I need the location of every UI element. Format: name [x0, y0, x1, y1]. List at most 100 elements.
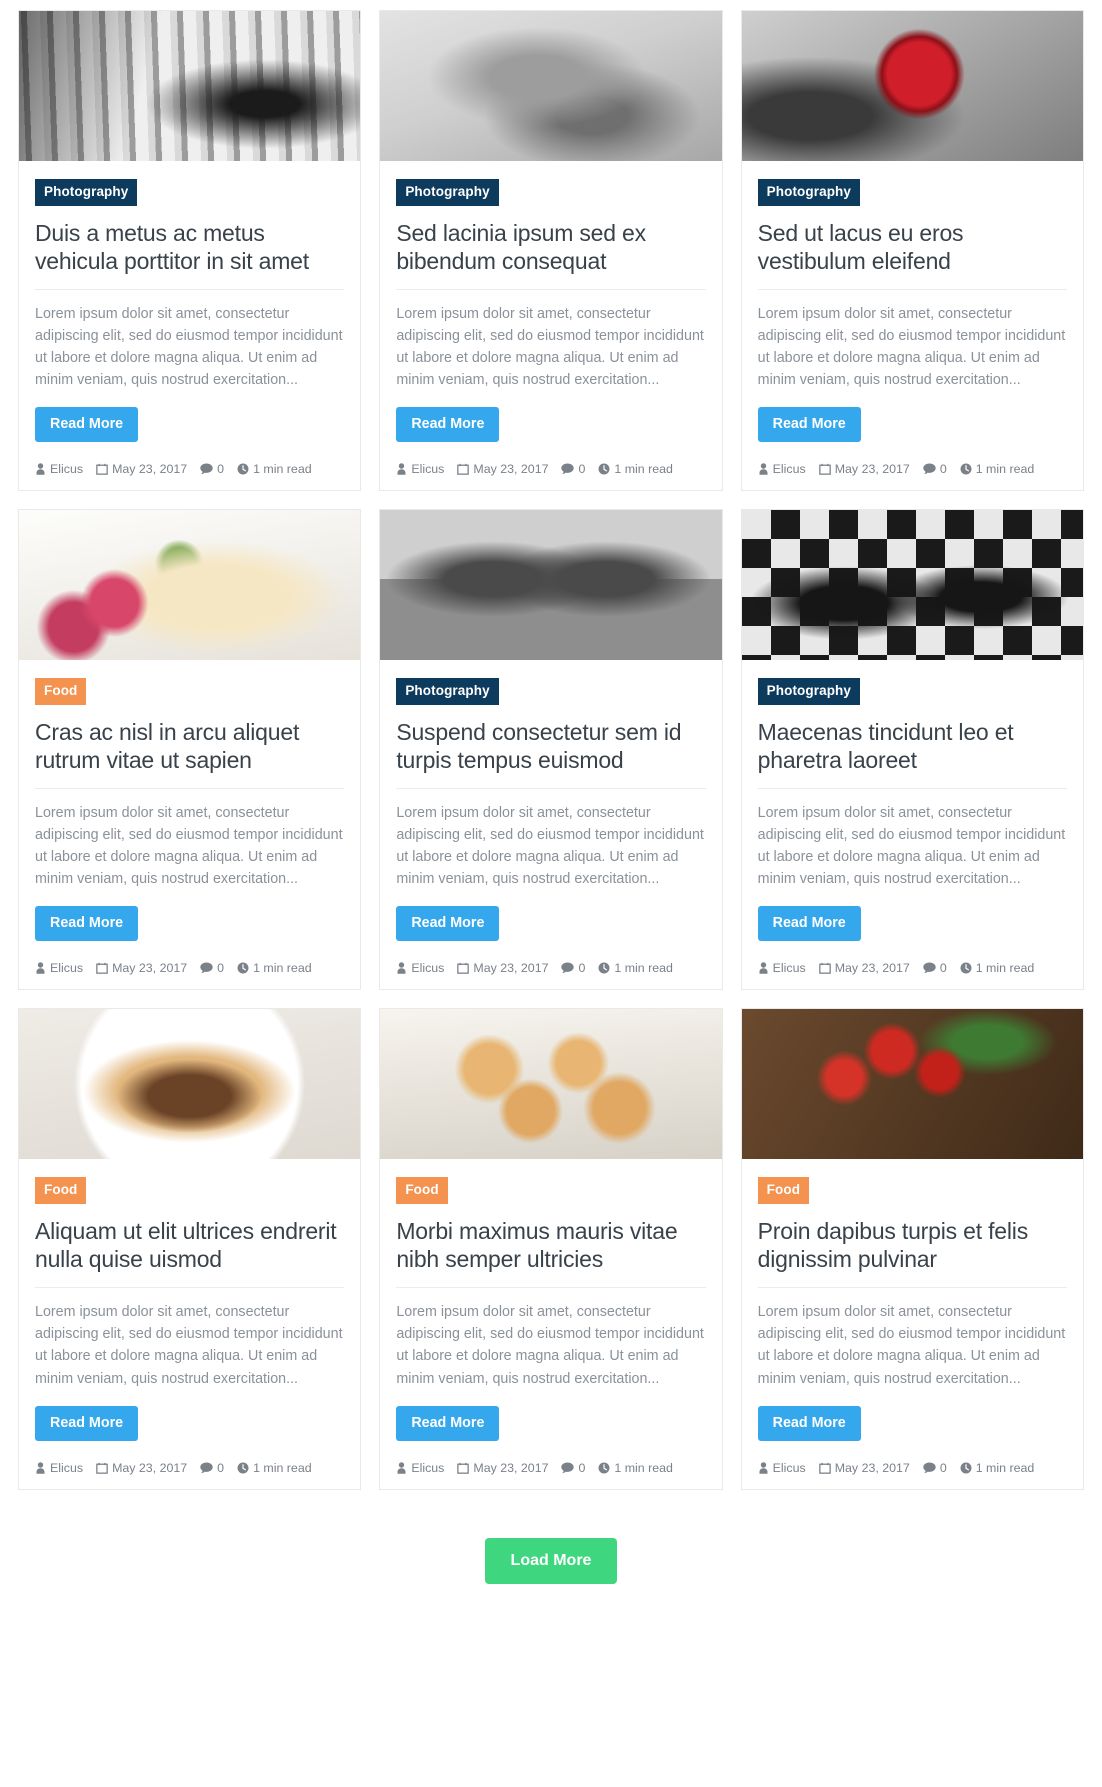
post-date-text: May 23, 2017 [112, 961, 188, 976]
post-title[interactable]: Sed lacinia ipsum sed ex bibendum conseq… [396, 219, 706, 290]
post-category-badge-photography[interactable]: Photography [396, 678, 499, 705]
post-thumbnail-link[interactable] [19, 1009, 361, 1160]
post-read-time: 1 min read [960, 1461, 1034, 1475]
read-more-button[interactable]: Read More [396, 407, 500, 443]
post-author: Elicus [35, 462, 83, 476]
post-date-text: May 23, 2017 [112, 462, 188, 477]
post-excerpt: Lorem ipsum dolor sit amet, consectetur … [757, 305, 1066, 389]
clock-icon [598, 463, 610, 475]
post-thumbnail-link[interactable] [380, 1009, 722, 1160]
post-card[interactable]: Photography Sed lacinia ipsum sed ex bib… [379, 10, 723, 492]
post-card[interactable]: Food Proin dapibus turpis et felis digni… [740, 1008, 1084, 1490]
post-read-time-text: 1 min read [614, 961, 673, 976]
read-more-button[interactable]: Read More [35, 407, 139, 443]
comment-icon [561, 1462, 575, 1473]
read-more-button[interactable]: Read More [757, 407, 861, 443]
post-comments: 0 [561, 961, 585, 975]
post-category-badge-photography[interactable]: Photography [757, 678, 861, 705]
post-author: Elicus [758, 961, 806, 975]
clock-icon [960, 962, 972, 974]
post-date: May 23, 2017 [818, 961, 910, 976]
post-thumbnail-link[interactable] [741, 510, 1083, 661]
calendar-icon [457, 464, 470, 476]
post-date-text: May 23, 2017 [834, 961, 910, 976]
post-title[interactable]: Sed ut lacus eu eros vestibulum eleifend [757, 219, 1067, 290]
post-date-text: May 23, 2017 [834, 462, 910, 477]
post-date-text: May 23, 2017 [834, 1460, 910, 1475]
post-thumbnail-link[interactable] [741, 1009, 1083, 1160]
post-comments: 0 [923, 1461, 947, 1475]
post-date: May 23, 2017 [96, 961, 187, 975]
read-more-button[interactable]: Read More [396, 1405, 500, 1441]
post-card[interactable]: Photography Maecenas tincidunt leo et ph… [740, 509, 1084, 991]
post-title[interactable]: Maecenas tincidunt leo et pharetra laore… [757, 718, 1067, 789]
post-excerpt: Lorem ipsum dolor sit amet, consectetur … [757, 804, 1066, 888]
clock-icon [237, 1462, 249, 1474]
post-card[interactable]: Food Morbi maximus mauris vitae nibh sem… [379, 1008, 723, 1490]
user-icon [36, 962, 45, 975]
clock-icon [237, 962, 249, 974]
user-icon [36, 463, 45, 476]
read-more-button[interactable]: Read More [396, 906, 500, 942]
post-date: May 23, 2017 [818, 462, 910, 477]
post-title[interactable]: Duis a metus ac metus vehicula porttitor… [35, 219, 345, 290]
post-category-badge-food[interactable]: Food [35, 678, 87, 705]
post-thumbnail-link[interactable] [380, 510, 722, 661]
post-title[interactable]: Suspend consectetur sem id turpis tempus… [396, 718, 706, 789]
read-more-button[interactable]: Read More [757, 906, 861, 942]
post-category-badge-food[interactable]: Food [757, 1177, 810, 1204]
post-category-badge-photography[interactable]: Photography [35, 179, 138, 206]
clock-icon [598, 962, 610, 974]
post-thumbnail-link[interactable] [380, 11, 722, 161]
post-excerpt: Lorem ipsum dolor sit amet, consectetur … [396, 804, 704, 888]
post-comments: 0 [561, 1461, 585, 1475]
chess-board-pieces-photo [741, 510, 1083, 661]
post-category-badge-photography[interactable]: Photography [396, 179, 499, 206]
post-author: Elicus [396, 1461, 444, 1475]
post-card-body: Photography Sed ut lacus eu eros vestibu… [742, 161, 1083, 490]
calendar-icon [818, 963, 831, 975]
post-read-time: 1 min read [598, 961, 673, 975]
post-meta: Elicus May 23, 2017 0 1 min read [35, 1461, 344, 1475]
post-thumbnail-link[interactable] [19, 510, 361, 661]
post-read-time-text: 1 min read [975, 961, 1035, 976]
post-card[interactable]: Food Aliquam ut elit ultrices endrerit n… [18, 1008, 362, 1490]
post-category-badge-photography[interactable]: Photography [757, 179, 861, 206]
post-card[interactable]: Food Cras ac nisl in arcu aliquet rutrum… [18, 509, 362, 991]
post-card[interactable]: Photography Duis a metus ac metus vehicu… [18, 10, 362, 492]
post-card[interactable]: Photography Suspend consectetur sem id t… [379, 509, 723, 991]
comment-icon [923, 1462, 936, 1473]
read-more-button[interactable]: Read More [35, 1405, 139, 1441]
post-meta: Elicus May 23, 2017 0 1 min read [396, 1461, 705, 1475]
post-date-text: May 23, 2017 [473, 961, 549, 976]
comment-icon [561, 463, 575, 475]
post-read-time: 1 min read [960, 462, 1034, 476]
comment-icon [923, 962, 936, 974]
post-card[interactable]: Photography Sed ut lacus eu eros vestibu… [740, 10, 1084, 492]
post-date: May 23, 2017 [457, 1461, 548, 1475]
clock-icon [598, 1462, 610, 1474]
post-date-text: May 23, 2017 [473, 462, 549, 477]
post-category-badge-food[interactable]: Food [396, 1177, 448, 1204]
post-author: Elicus [758, 1461, 806, 1475]
read-more-button[interactable]: Read More [35, 906, 139, 942]
post-author-name: Elicus [772, 462, 806, 477]
post-thumbnail-link[interactable] [19, 11, 361, 161]
post-thumbnail-link[interactable] [741, 11, 1083, 161]
user-icon [397, 1461, 406, 1474]
post-category-badge-food[interactable]: Food [35, 1177, 87, 1204]
post-date: May 23, 2017 [818, 1460, 910, 1475]
read-more-button[interactable]: Read More [757, 1405, 861, 1441]
post-title[interactable]: Morbi maximus mauris vitae nibh semper u… [396, 1217, 706, 1289]
post-meta: Elicus May 23, 2017 0 1 min read [396, 462, 705, 476]
raspberry-pancake-dessert-photo [19, 510, 361, 661]
post-comments: 0 [923, 961, 947, 975]
post-read-time-text: 1 min read [614, 1460, 673, 1475]
post-title[interactable]: Aliquam ut elit ultrices endrerit nulla … [35, 1217, 345, 1289]
load-more-button[interactable]: Load More [484, 1537, 618, 1584]
post-title[interactable]: Cras ac nisl in arcu aliquet rutrum vita… [35, 718, 345, 789]
comment-icon [200, 1462, 213, 1473]
post-title[interactable]: Proin dapibus turpis et felis dignissim … [757, 1217, 1067, 1289]
post-author: Elicus [396, 961, 444, 975]
post-comment-count: 0 [217, 462, 225, 477]
